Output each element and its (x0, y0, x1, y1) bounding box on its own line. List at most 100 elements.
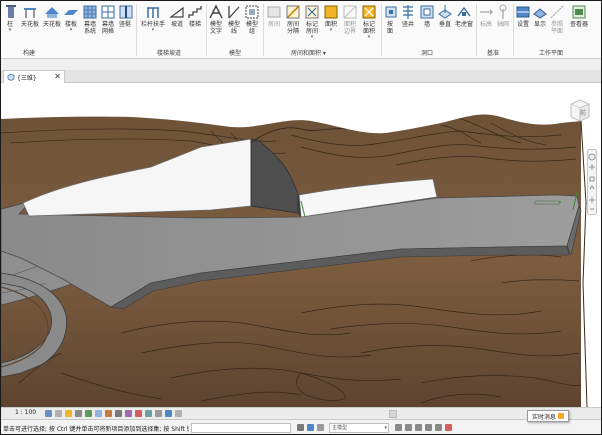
horizontal-scroll-thumb[interactable] (389, 410, 397, 418)
select-underlay-icon[interactable] (405, 424, 412, 431)
ceiling-icon (24, 8, 36, 18)
select-by-face-icon[interactable] (425, 424, 432, 431)
panel-datum-title: 基准 (487, 50, 500, 57)
select-links-icon[interactable] (395, 424, 402, 431)
model-group-tool[interactable]: 模型 组 (244, 4, 260, 44)
crop-view-icon[interactable] (95, 410, 102, 417)
ceiling-tool[interactable]: 天花板 (21, 4, 39, 44)
railing-icon (147, 7, 159, 18)
set-workplane-tool[interactable]: 设置 (515, 4, 531, 44)
ribbon-divider (513, 4, 514, 56)
tag-room-icon (305, 5, 319, 19)
sun-path-icon[interactable] (65, 410, 72, 417)
ribbon-divider (476, 4, 477, 56)
panel-opening-title: 洞口 (421, 50, 434, 57)
revit-window: 柱 ▾ 天花板 天花板 楼板 ▾ 幕墙 系统 幕墙 网格 竖梃 构建 栏杆扶手 … (0, 0, 602, 435)
mullion-tool[interactable]: 竖梃 (118, 4, 133, 44)
vertical-opening-icon (438, 5, 452, 19)
select-pinned-icon[interactable] (415, 424, 422, 431)
show-workplane-tool[interactable]: 显示 (532, 4, 548, 44)
stair-tool[interactable]: 楼梯 (187, 4, 203, 44)
show-crop-icon[interactable] (105, 410, 112, 417)
render-icon[interactable] (85, 410, 92, 417)
chevron-down-icon: ▾ (384, 425, 387, 431)
level-tool[interactable]: 标高 (478, 4, 494, 44)
ribbon-divider (206, 4, 207, 56)
shadows-icon[interactable] (75, 410, 82, 417)
tag-area-tool[interactable]: 标记 面积 ▾ (360, 4, 378, 44)
close-icon[interactable]: ✕ (54, 72, 61, 81)
viewcube-face-label[interactable]: 前 (580, 108, 586, 117)
detail-level-icon[interactable] (45, 410, 52, 417)
roof-ceiling-tool[interactable]: 天花板 (41, 4, 63, 44)
floor-tool[interactable]: 楼板 ▾ (63, 4, 79, 44)
tag-area-icon (362, 5, 376, 19)
room-tool[interactable]: 房间 (265, 4, 283, 44)
navigation-bar-icons (587, 149, 597, 215)
railing-tool[interactable]: 栏杆扶手 ▾ (139, 4, 167, 44)
show-workplane-icon (533, 8, 547, 19)
mullion-icon (119, 5, 133, 19)
panel-workplane-title: 工作平面 (539, 50, 564, 57)
3d-viewport[interactable]: 前 (1, 83, 602, 407)
room-separator-tool[interactable]: 房间 分隔 (284, 4, 302, 44)
ref-plane-tool[interactable]: 参照 平面 (549, 4, 565, 44)
dormer-icon (457, 6, 471, 17)
curtain-grid-icon (101, 5, 115, 19)
model-line-tool[interactable]: 模型 线 (226, 4, 242, 44)
highlight-displacement-icon[interactable] (155, 410, 162, 417)
lock-view-icon[interactable] (115, 410, 122, 417)
editable-only-icon[interactable] (307, 424, 314, 431)
status-message: 单击可进行选择; 按 Ctrl 键并单击可将新项目添加到选择集; 按 Shift… (3, 426, 189, 433)
floor-icon (64, 10, 78, 15)
stair-icon (188, 6, 202, 18)
ceiling-label: 天花板 (21, 21, 40, 28)
model-group-icon (245, 5, 259, 19)
analytical-model-icon[interactable] (145, 410, 152, 417)
ribbon-divider (263, 4, 264, 56)
3d-scene[interactable] (1, 83, 602, 407)
grid-tool[interactable]: 轴网 (495, 4, 511, 44)
area-boundary-tool[interactable]: 面积 边界 (341, 4, 359, 44)
dormer-tool[interactable]: 老虎窗 (454, 4, 474, 44)
viewcube[interactable]: 前 (567, 97, 593, 123)
column-tool[interactable]: 柱 ▾ (3, 4, 17, 44)
vertical-opening-tool[interactable]: 垂直 (437, 4, 453, 44)
ref-plane-icon (550, 5, 564, 19)
area-tool[interactable]: 面积 ▾ (323, 4, 339, 44)
ramp-tool[interactable]: 坡道 (169, 4, 185, 44)
curtain-system-tool[interactable]: 幕墙 系统 (81, 4, 99, 44)
viewer-icon (572, 5, 586, 19)
temporary-hide-icon[interactable] (125, 410, 132, 417)
view-scale[interactable]: 1 : 100 (15, 409, 36, 416)
model-text-tool[interactable]: 模型 文字 (208, 4, 224, 44)
drag-elements-icon[interactable] (435, 424, 442, 431)
tab-3d-view[interactable]: {三维} ✕ (3, 70, 65, 83)
reveal-constraints-icon[interactable] (165, 410, 172, 417)
visual-style-icon[interactable] (55, 410, 62, 417)
filter-icon[interactable] (445, 424, 452, 431)
tag-room-tool[interactable]: 标记 房间 ▾ (303, 4, 321, 44)
wall-opening-tool[interactable]: 墙 (419, 4, 435, 44)
grid-icon (499, 4, 507, 19)
ceiling-sub-label: 天花板 (42, 21, 61, 28)
realtime-message-tooltip[interactable]: 实时消息 (527, 410, 570, 422)
status-input[interactable] (191, 423, 291, 433)
workset-icon[interactable] (297, 424, 304, 431)
reveal-hidden-icon[interactable] (135, 410, 142, 417)
panel-room-area-title[interactable]: 房间和面积 ▾ (291, 48, 326, 57)
design-options-icon[interactable] (317, 424, 324, 431)
model-line-icon (228, 6, 240, 19)
set-workplane-icon (516, 6, 530, 18)
view-tab-bar: {三维} ✕ (1, 70, 601, 83)
viewer-tool[interactable]: 查看器 (567, 4, 591, 44)
status-bar: 单击可进行选择; 按 Ctrl 键并单击可将新项目添加到选择集; 按 Shift… (1, 419, 601, 434)
view-control-bar: 1 : 100 (1, 407, 601, 419)
curtain-grid-tool[interactable]: 幕墙 网格 (100, 4, 116, 44)
shaft-tool[interactable]: 竖井 (399, 4, 417, 44)
model-select[interactable]: 主模型 ▾ (329, 423, 389, 433)
ribbon: 柱 ▾ 天花板 天花板 楼板 ▾ 幕墙 系统 幕墙 网格 竖梃 构建 栏杆扶手 … (1, 1, 601, 59)
by-face-tool[interactable]: 按 面 (383, 4, 397, 44)
panel-build-title: 构建 (23, 50, 36, 57)
worksharing-icon[interactable] (175, 410, 182, 417)
